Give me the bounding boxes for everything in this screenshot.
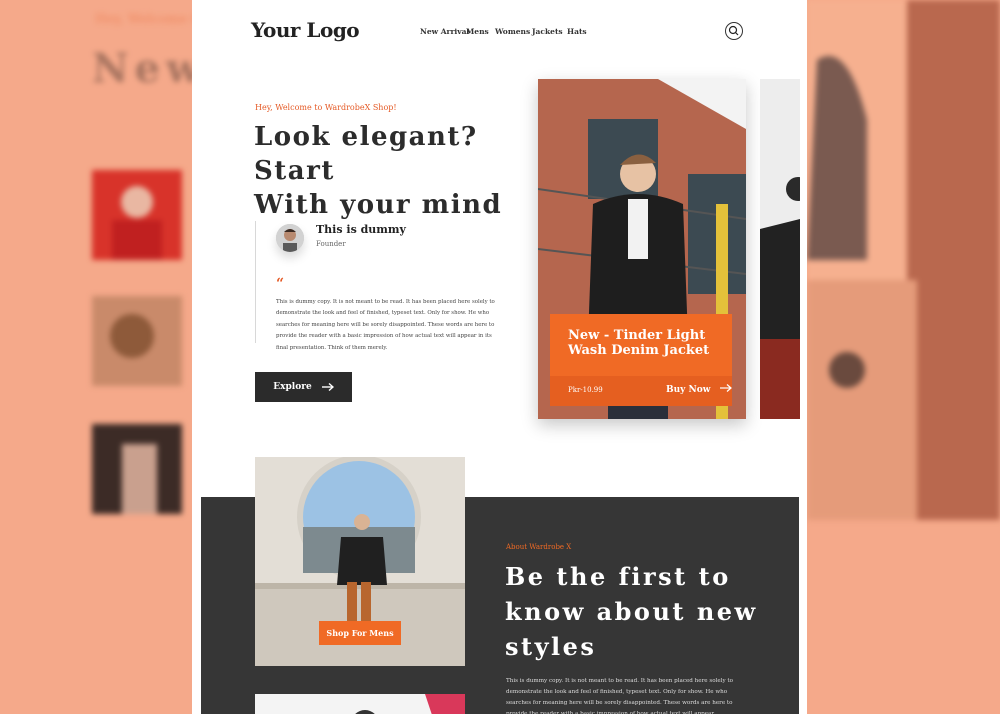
- backdrop-left: Hey, Welcome to WardrobeX Shop! New A: [0, 0, 192, 714]
- hero-tagline: Hey, Welcome to WardrobeX Shop!: [255, 103, 397, 112]
- logo[interactable]: Your Logo: [251, 18, 360, 42]
- shop-for-mens-button[interactable]: Shop For Mens: [319, 621, 401, 645]
- hero-headline-line1: Look elegant? Start: [254, 122, 478, 186]
- quote-icon: “: [276, 276, 285, 292]
- arrow-right-icon: [719, 384, 732, 392]
- testimonial-role: Founder: [316, 240, 346, 248]
- next-product-image[interactable]: [760, 79, 800, 419]
- testimonial-text: This is dummy copy. It is not meant to b…: [276, 299, 495, 351]
- backdrop-right: [807, 0, 1000, 714]
- search-icon: [728, 25, 739, 36]
- backdrop-heading: New A: [92, 45, 192, 92]
- hero-headline: Look elegant? Start With your mind: [254, 120, 514, 222]
- womens-photo[interactable]: [255, 694, 465, 714]
- buy-now-label: Buy Now: [666, 385, 711, 395]
- backdrop-thumb-red: [92, 170, 182, 260]
- nav-mens[interactable]: Mens: [466, 27, 489, 36]
- about-headline-line3: styles: [505, 632, 597, 661]
- about-headline: Be the first to know about new styles: [505, 559, 765, 664]
- landing-page: Your Logo New Arrival Mens Womens Jacket…: [192, 0, 807, 714]
- backdrop-thumb-brown: [92, 296, 182, 386]
- backdrop-tagline: Hey, Welcome to WardrobeX Shop!: [95, 12, 192, 27]
- explore-label: Explore: [273, 382, 312, 392]
- about-tag: About Wardrobe X: [506, 543, 572, 551]
- avatar: [276, 224, 304, 252]
- testimonial-name: This is dummy: [316, 223, 406, 236]
- featured-product-price: Pkr-10.99: [568, 386, 603, 394]
- nav-womens[interactable]: Womens: [495, 27, 530, 36]
- featured-product-title: New - Tinder Light Wash Denim Jacket: [568, 328, 710, 358]
- search-button[interactable]: [725, 22, 743, 40]
- testimonial-divider: [255, 221, 256, 343]
- about-headline-line2: know about new: [505, 597, 758, 626]
- explore-button[interactable]: Explore: [255, 372, 352, 402]
- nav-hats[interactable]: Hats: [567, 27, 587, 36]
- about-headline-line1: Be the first to: [505, 562, 731, 591]
- nav-jackets[interactable]: Jackets: [532, 27, 563, 36]
- nav-new-arrival[interactable]: New Arrival: [420, 27, 469, 36]
- arrow-right-icon: [321, 383, 334, 391]
- buy-now-button[interactable]: Buy Now: [666, 384, 732, 395]
- about-body: This is dummy copy. It is not meant to b…: [506, 678, 734, 714]
- backdrop-thumb-dark: [92, 424, 182, 514]
- backdrop-right-art: [807, 0, 1000, 520]
- hero-headline-line2: With your mind: [254, 190, 503, 220]
